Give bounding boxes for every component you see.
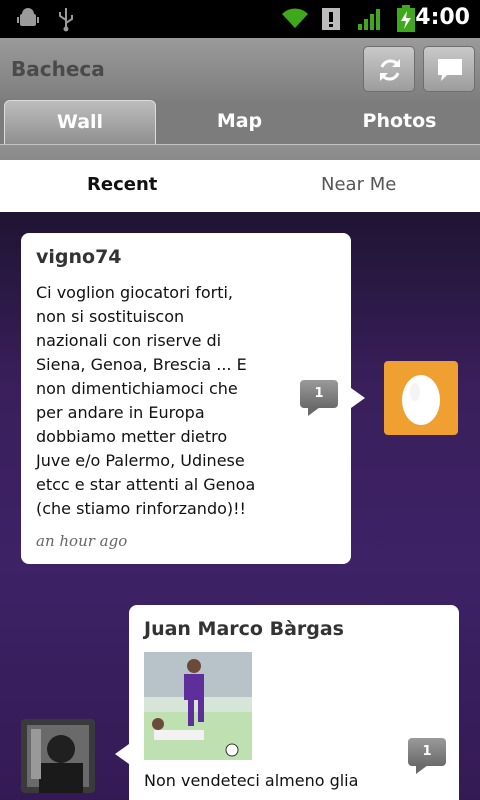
- usb-icon: [59, 8, 73, 32]
- post-author[interactable]: Juan Marco Bàrgas: [144, 618, 344, 640]
- post-line: Siena, Genoa, Brescia ... E: [36, 355, 247, 374]
- alert-icon: [322, 8, 340, 30]
- user-photo-avatar: [21, 719, 95, 793]
- clock: 4:00: [415, 5, 470, 30]
- comment-bubble-tail: [416, 765, 428, 774]
- football-photo: [144, 652, 252, 760]
- post-line: per andare in Europa: [36, 403, 205, 422]
- post-line: etcc e star attenti al Genoa: [36, 475, 256, 494]
- post-timestamp: an hour ago: [36, 532, 128, 550]
- tab-bar: Wall Map Photos: [0, 100, 480, 160]
- refresh-icon: [380, 59, 400, 81]
- card-pointer: [351, 388, 365, 408]
- comment-bubble-tail: [308, 407, 320, 416]
- post-line: Ci voglion giocatori forti,: [36, 283, 233, 302]
- card-pointer: [115, 744, 129, 764]
- subtab-near-me[interactable]: Near Me: [321, 174, 396, 195]
- post-line: (che stiamo rinforzando)!!: [36, 499, 246, 518]
- post-photo[interactable]: [144, 652, 252, 760]
- post-line: non dimentichiamoci che: [36, 379, 238, 398]
- tab-photos[interactable]: Photos: [322, 100, 477, 144]
- app-bar: Bacheca: [0, 38, 480, 100]
- comment-count-button[interactable]: 1: [408, 738, 446, 774]
- post-line: Juve e/o Palermo, Udinese: [36, 451, 245, 470]
- compose-button[interactable]: [423, 46, 475, 92]
- signal-icon: [358, 9, 380, 30]
- tab-map[interactable]: Map: [162, 100, 317, 144]
- comment-count-button[interactable]: 1: [300, 380, 338, 416]
- post-line: Non vendeteci almeno glia: [144, 771, 359, 790]
- wifi-icon: [282, 8, 308, 28]
- post-card[interactable]: vigno74 Ci voglion giocatori forti, non …: [21, 233, 365, 564]
- tab-underline: [0, 144, 480, 160]
- comment-compose-icon: [438, 59, 462, 81]
- comment-count: 1: [300, 380, 338, 408]
- subtab-bar: Recent Near Me: [0, 160, 480, 212]
- avatar[interactable]: [21, 719, 95, 793]
- comment-count: 1: [408, 738, 446, 766]
- status-bar: 4:00: [0, 0, 480, 38]
- android-debug-icon: [17, 8, 39, 26]
- post-body: Ci voglion giocatori forti, non si sosti…: [36, 281, 276, 521]
- battery-charging-icon: [397, 5, 415, 32]
- post-line: dobbiamo metter dietro: [36, 427, 228, 446]
- avatar[interactable]: [384, 361, 458, 435]
- tab-wall[interactable]: Wall: [4, 100, 156, 144]
- post-author[interactable]: vigno74: [36, 246, 122, 268]
- post-line: nazionali con riserve di: [36, 331, 222, 350]
- post-body: Non vendeteci almeno glia: [144, 769, 394, 793]
- wall-feed[interactable]: vigno74 Ci voglion giocatori forti, non …: [0, 212, 480, 800]
- app-title: Bacheca: [11, 57, 105, 81]
- post-card[interactable]: Juan Marco Bàrgas Non vendeteci almeno g…: [115, 605, 459, 800]
- refresh-button[interactable]: [363, 46, 415, 92]
- post-line: non si sostituiscon: [36, 307, 185, 326]
- subtab-recent[interactable]: Recent: [87, 174, 157, 195]
- egg-avatar-icon: [402, 375, 440, 425]
